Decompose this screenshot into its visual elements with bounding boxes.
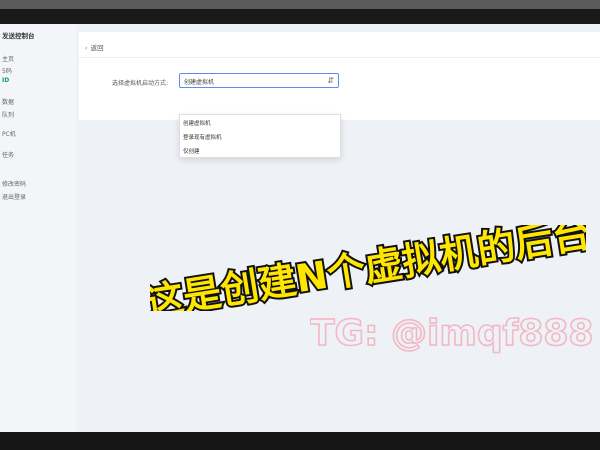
video-top-bar — [0, 0, 600, 24]
sidebar-item-queue[interactable]: 队列 — [2, 110, 14, 119]
sidebar-item-pc[interactable]: PC机 — [2, 129, 16, 138]
back-label: 返回 — [90, 44, 104, 52]
sidebar-item-home[interactable]: 主页 — [2, 54, 14, 63]
select-value: 创建虚拟机 — [184, 79, 215, 86]
launch-mode-label: 选择虚拟机启动方式: — [112, 80, 169, 87]
sidebar-item-tasks[interactable]: 任务 — [2, 150, 14, 159]
option-create-vm[interactable]: 创建虚拟机 — [183, 119, 211, 127]
chevron-updown-icon: ⇵ — [327, 76, 334, 85]
sidebar-item-logout[interactable]: 退出登录 — [2, 192, 26, 201]
launch-mode-select[interactable]: 创建虚拟机 ⇵ — [179, 73, 339, 88]
chevron-left-icon: ‹ — [85, 44, 88, 52]
back-link[interactable]: ‹ 返回 — [85, 42, 104, 52]
video-bottom-bar — [0, 432, 600, 450]
watermark-text: TG: @imqf888 — [310, 313, 593, 354]
divider — [79, 57, 600, 58]
video-caption: 这是创建N个虚拟机的后台 — [150, 225, 586, 311]
content-panel: ‹ 返回 选择虚拟机启动方式: 创建虚拟机 ⇵ — [79, 32, 600, 120]
sidebar-item-id[interactable]: ID — [2, 77, 9, 84]
sidebar-item-change-password[interactable]: 修改密码 — [2, 179, 26, 188]
sidebar-item-data[interactable]: 数据 — [2, 97, 14, 106]
watermark-overlay: TG: @imqf888 — [310, 312, 594, 355]
option-login-existing-vm[interactable]: 登录现有虚拟机 — [183, 133, 222, 141]
sidebar: 发送控制台 主页 5码 ID 数据 队列 PC机 任务 修改密码 退出登录 — [0, 24, 76, 432]
sidebar-title: 发送控制台 — [2, 32, 35, 40]
app-screen: 发送控制台 主页 5码 ID 数据 队列 PC机 任务 修改密码 退出登录 ‹ 返… — [0, 24, 600, 432]
option-create-only[interactable]: 仅创建 — [183, 147, 200, 155]
sidebar-item-5code[interactable]: 5码 — [2, 66, 12, 75]
launch-mode-dropdown: 创建虚拟机 登录现有虚拟机 仅创建 — [179, 114, 341, 158]
caption-overlay: 这是创建N个虚拟机的后台 — [150, 225, 586, 311]
video-top-strip — [0, 0, 600, 9]
